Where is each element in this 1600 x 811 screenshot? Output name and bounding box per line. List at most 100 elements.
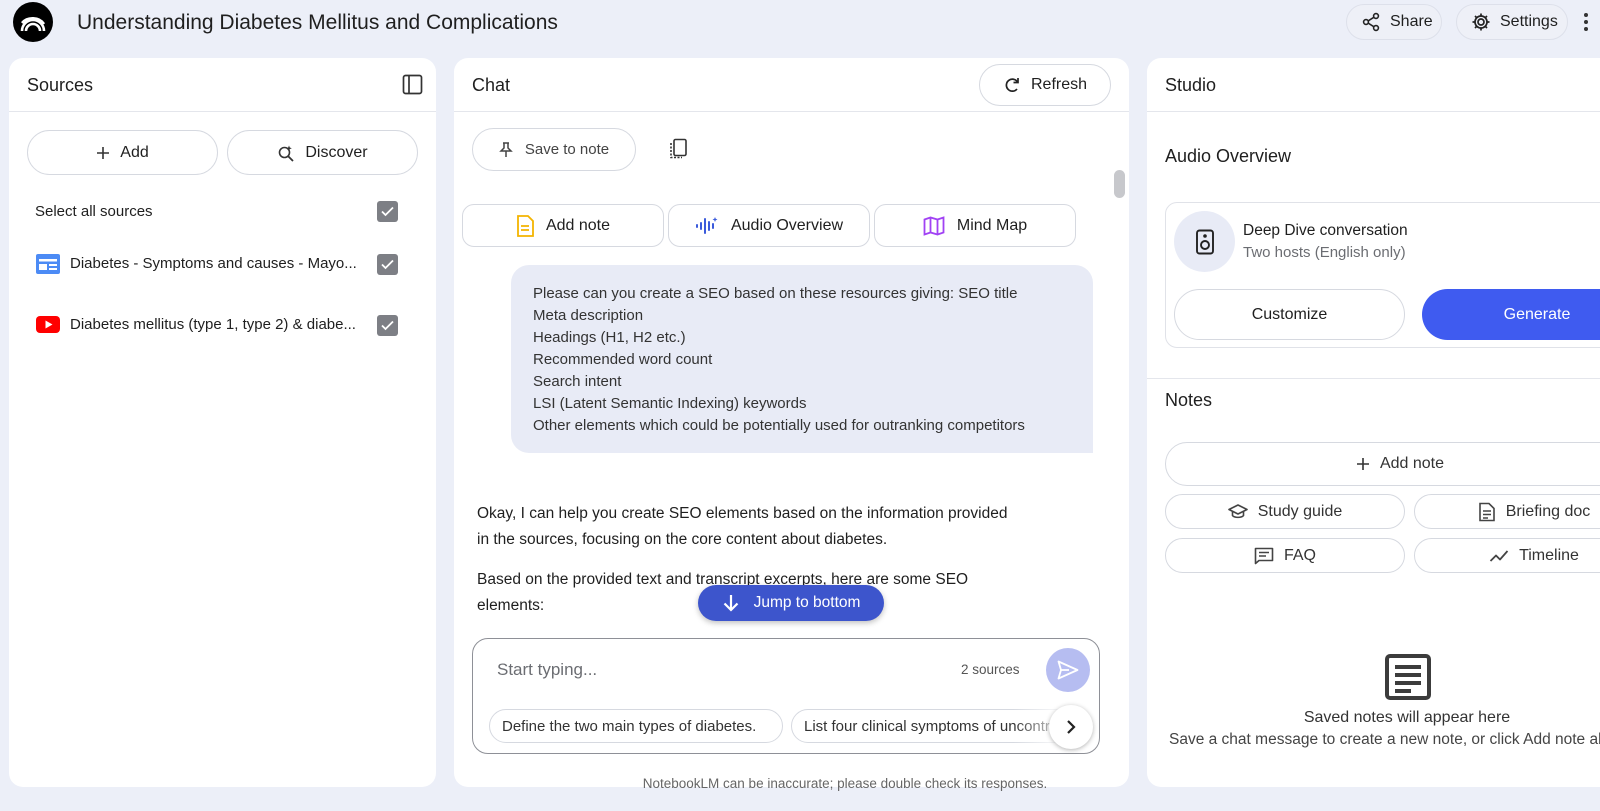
youtube-icon xyxy=(36,316,60,333)
message-line: LSI (Latent Semantic Indexing) keywords xyxy=(533,395,807,412)
arrow-down-icon xyxy=(722,593,740,613)
source-checkbox[interactable] xyxy=(377,315,398,336)
message-line: Other elements which could be potentiall… xyxy=(533,417,1025,434)
select-all-label: Select all sources xyxy=(35,203,153,220)
disclaimer-text: NotebookLM can be inaccurate; please dou… xyxy=(642,776,1048,791)
message-line: Recommended word count xyxy=(533,351,713,368)
jump-to-bottom-button[interactable]: Jump to bottom xyxy=(698,585,884,621)
chevron-right-icon xyxy=(1066,719,1076,735)
sources-title: Sources xyxy=(27,75,94,95)
chat-input[interactable] xyxy=(497,657,937,683)
web-source-icon xyxy=(36,254,60,274)
sources-count: 2 sources xyxy=(961,662,1020,677)
notebooklm-logo-icon[interactable] xyxy=(13,2,53,42)
add-note-button[interactable]: Add note xyxy=(462,204,664,247)
pin-icon xyxy=(499,141,513,158)
chat-scrollbar[interactable] xyxy=(1114,170,1125,198)
chat-title: Chat xyxy=(472,75,511,95)
chat-panel: Chat Refresh Save to note Add note Audio… xyxy=(454,58,1129,787)
plus-icon xyxy=(1356,457,1370,471)
chat-header: Chat Refresh xyxy=(454,58,1129,112)
refresh-label: Refresh xyxy=(1030,76,1088,93)
faq-label: FAQ xyxy=(1283,546,1316,564)
copy-icon[interactable] xyxy=(668,138,690,160)
saved-notes-icon xyxy=(1384,653,1432,701)
share-icon xyxy=(1361,12,1381,32)
audio-subtitle: Two hosts (English only) xyxy=(1243,244,1406,261)
mind-map-label: Mind Map xyxy=(956,216,1028,234)
faq-icon xyxy=(1254,547,1274,565)
audio-waveform-icon xyxy=(695,215,719,237)
audio-overview-card: Deep Dive conversation Two hosts (Englis… xyxy=(1165,202,1600,348)
settings-button[interactable]: Settings xyxy=(1456,4,1568,40)
add-note-label: Add note xyxy=(1379,455,1445,472)
notebook-title[interactable]: Understanding Diabetes Mellitus and Comp… xyxy=(77,11,558,35)
source-item-label[interactable]: Diabetes - Symptoms and causes - Mayo... xyxy=(70,255,357,272)
audio-overview-button[interactable]: Audio Overview xyxy=(668,204,870,247)
add-source-button[interactable]: Add xyxy=(27,130,218,175)
select-all-checkbox[interactable] xyxy=(377,201,398,222)
audio-name: Deep Dive conversation xyxy=(1243,222,1408,239)
send-icon xyxy=(1057,660,1079,680)
message-line: Meta description xyxy=(533,307,644,324)
studio-panel: Studio Audio Overview Deep Dive conversa… xyxy=(1147,58,1600,787)
gear-icon xyxy=(1471,12,1491,32)
more-menu-icon[interactable] xyxy=(1583,12,1589,32)
message-line: Search intent xyxy=(533,373,622,390)
mind-map-button[interactable]: Mind Map xyxy=(874,204,1076,247)
discover-label: Discover xyxy=(305,143,368,161)
study-guide-button[interactable]: Study guide xyxy=(1165,494,1405,529)
jump-label: Jump to bottom xyxy=(753,594,861,611)
source-checkbox[interactable] xyxy=(377,254,398,275)
studio-add-note-button[interactable]: Add note xyxy=(1165,442,1600,486)
studio-divider xyxy=(1147,378,1600,379)
timeline-button[interactable]: Timeline xyxy=(1414,538,1600,573)
source-item-label[interactable]: Diabetes mellitus (type 1, type 2) & dia… xyxy=(70,316,356,333)
refresh-button[interactable]: Refresh xyxy=(979,64,1111,106)
empty-notes-title: Saved notes will appear here xyxy=(1303,709,1511,726)
share-button[interactable]: Share xyxy=(1346,4,1442,40)
empty-notes-subtitle: Save a chat message to create a new note… xyxy=(1169,731,1600,748)
notes-title: Notes xyxy=(1165,390,1213,410)
map-icon xyxy=(923,215,945,236)
refresh-icon xyxy=(1003,76,1021,94)
faq-button[interactable]: FAQ xyxy=(1165,538,1405,573)
customize-button[interactable]: Customize xyxy=(1174,289,1405,340)
discover-sources-button[interactable]: Discover xyxy=(227,130,418,175)
studio-title: Studio xyxy=(1165,75,1217,95)
save-to-note-button[interactable]: Save to note xyxy=(472,128,636,171)
study-guide-label: Study guide xyxy=(1257,502,1343,520)
suggestion-chip[interactable]: Define the two main types of diabetes. xyxy=(489,709,783,743)
share-label: Share xyxy=(1390,13,1433,30)
plus-icon xyxy=(96,146,110,160)
sources-header: Sources xyxy=(9,58,436,112)
settings-label: Settings xyxy=(1500,13,1558,30)
note-icon xyxy=(516,214,534,237)
save-to-note-label: Save to note xyxy=(524,141,610,158)
audio-overview-title: Audio Overview xyxy=(1165,146,1292,166)
add-source-label: Add xyxy=(120,143,149,161)
document-list-icon xyxy=(1478,502,1496,522)
message-line: Please can you create a SEO based on the… xyxy=(533,285,1018,302)
studio-header: Studio xyxy=(1147,58,1600,112)
speaker-icon xyxy=(1174,211,1235,272)
briefing-doc-button[interactable]: Briefing doc xyxy=(1414,494,1600,529)
disclaimer-footer: NotebookLM can be inaccurate; please dou… xyxy=(0,776,1600,791)
collapse-panel-icon[interactable] xyxy=(402,74,423,95)
timeline-label: Timeline xyxy=(1519,546,1579,564)
briefing-doc-label: Briefing doc xyxy=(1505,502,1591,520)
timeline-icon xyxy=(1489,549,1509,563)
generate-button[interactable]: Generate xyxy=(1422,289,1600,340)
add-note-label: Add note xyxy=(545,216,611,234)
audio-overview-label: Audio Overview xyxy=(730,216,844,234)
graduation-cap-icon xyxy=(1227,503,1248,520)
send-button[interactable] xyxy=(1046,648,1090,692)
assistant-reply-paragraph: Okay, I can help you create SEO elements… xyxy=(477,505,1008,548)
sources-panel: Sources Add Discover Select all sources … xyxy=(9,58,436,787)
message-line: Headings (H1, H2 etc.) xyxy=(533,329,686,346)
chat-composer: 2 sources Define the two main types of d… xyxy=(472,638,1100,754)
user-message-bubble: Please can you create a SEO based on the… xyxy=(511,265,1093,453)
suggestions-next-button[interactable] xyxy=(1049,705,1093,749)
top-bar: Understanding Diabetes Mellitus and Comp… xyxy=(0,0,1600,46)
search-spark-icon xyxy=(277,144,295,162)
